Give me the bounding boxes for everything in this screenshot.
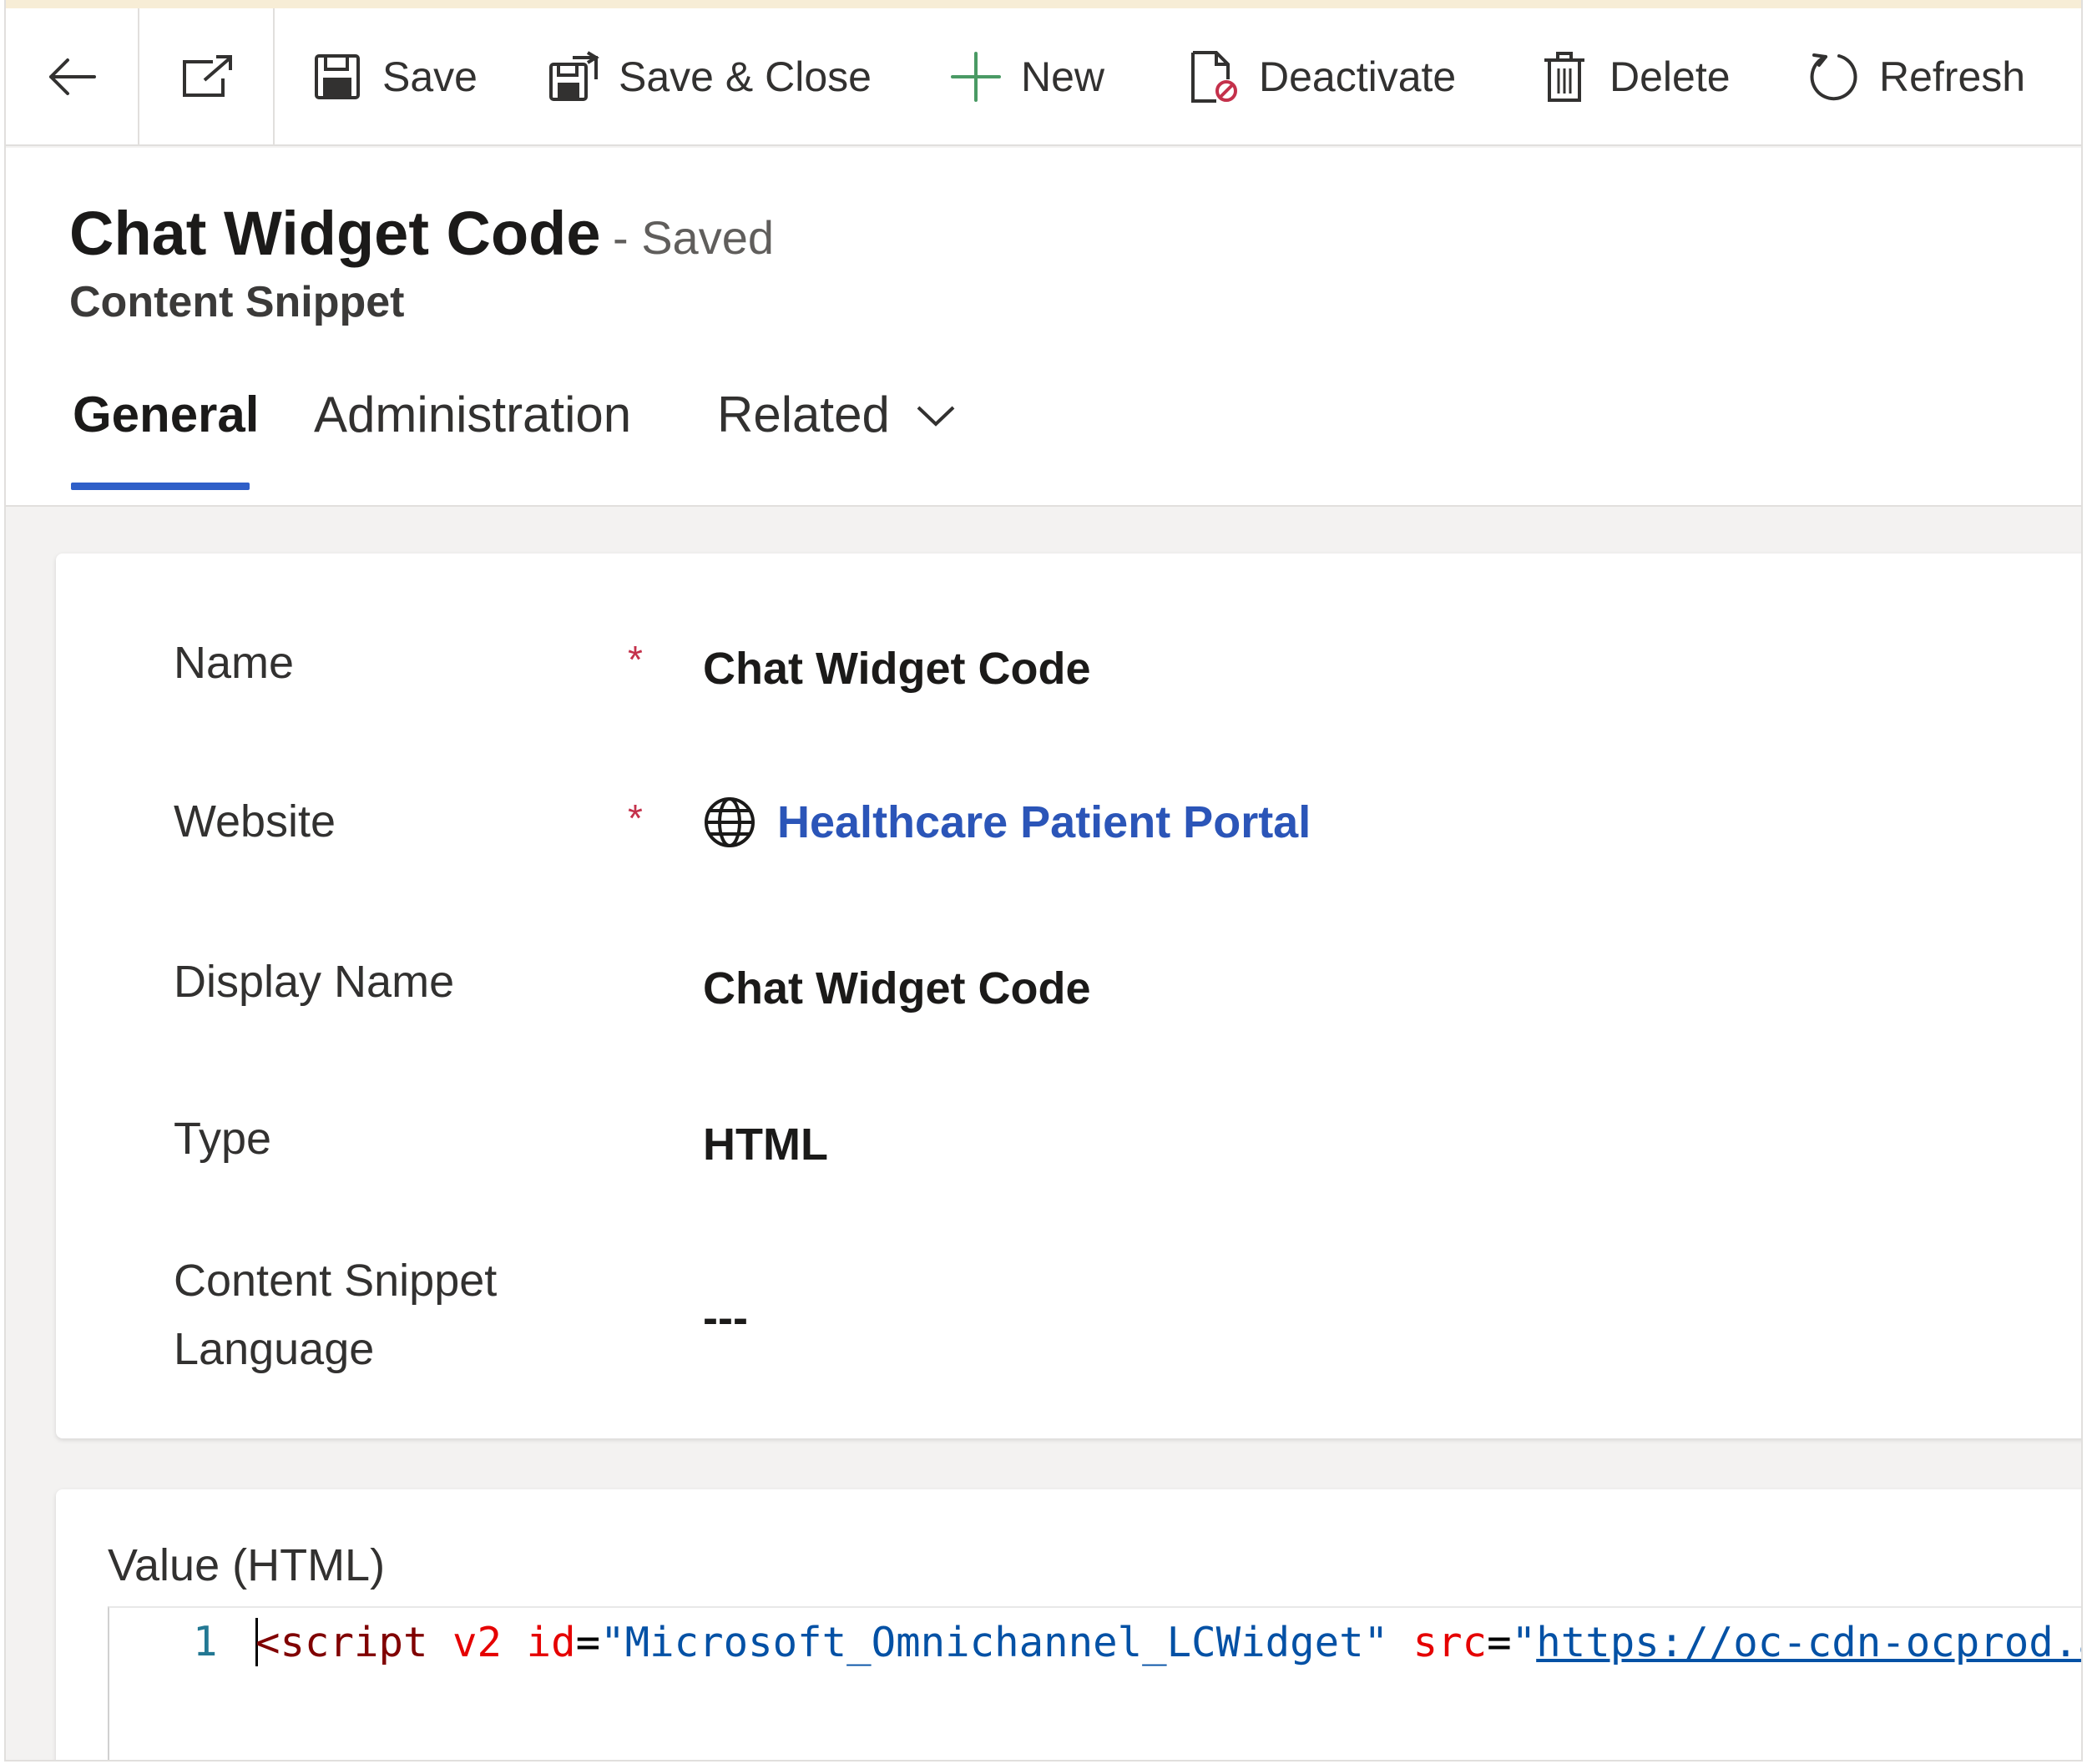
code-token-tag: script [280,1619,428,1666]
delete-button[interactable]: Delete [1538,8,1731,144]
open-in-new-window-button[interactable] [141,8,275,144]
save-and-close-icon [547,50,600,104]
popout-icon [183,54,232,97]
required-marker: * [628,638,643,681]
refresh-button[interactable]: Refresh [1807,8,2025,144]
required-marker: * [628,796,643,840]
deactivate-button[interactable]: Deactivate [1187,8,1456,144]
general-section: Name * Chat Widget Code Website * Health… [56,553,2081,1438]
plus-icon [949,50,1003,104]
refresh-label: Refresh [1879,53,2026,100]
content-snippet-language-field[interactable]: --- [703,1292,748,1344]
code-token-attr: id [526,1619,576,1666]
code-token-attr: v2 [452,1619,503,1666]
back-button[interactable] [6,8,139,144]
value-html-label: Value (HTML) [108,1540,386,1590]
globe-icon [705,797,755,847]
save-icon [311,50,364,104]
tab-label: Related [717,387,890,442]
entity-name: Content Snippet [69,278,405,326]
line-number: 1 [193,1618,218,1665]
selected-tab-indicator [71,483,250,490]
tab-label: Administration [314,387,632,442]
refresh-icon [1807,50,1861,104]
save-status: - Saved [613,211,774,264]
code-token-attr: src [1412,1619,1488,1666]
save-label: Save [382,53,478,100]
trash-icon [1538,50,1591,104]
save-and-close-button[interactable]: Save & Close [547,8,872,144]
record-title: Chat Widget Code [69,199,601,268]
form-window: Save Save & Close New Deactivate Delete … [4,0,2083,1761]
code-editor[interactable]: 1 <script v2 id="Microsoft_Omnichannel_L… [108,1606,2081,1760]
save-button[interactable]: Save [311,8,478,144]
field-label-display-name: Display Name [174,957,455,1007]
deactivate-icon [1187,50,1241,104]
display-name-field[interactable]: Chat Widget Code [703,963,1090,1014]
new-label: New [1021,53,1105,100]
field-label-name: Name [174,638,295,688]
tab-administration[interactable]: Administration [314,386,631,443]
record-header: Chat Widget Code - Saved Content Snippet… [6,148,2081,507]
tab-general[interactable]: General [73,386,259,443]
top-accent-stripe [6,0,2081,8]
code-token-open-bracket: < [255,1619,280,1666]
code-token-equals: = [575,1619,601,1666]
code-token-string: "Microsoft_Omnichannel_LCWidget" [600,1619,1389,1666]
name-field[interactable]: Chat Widget Code [703,643,1090,695]
field-label-website: Website [174,796,336,847]
value-section: Value (HTML) 1 <script v2 id="Microsoft_… [56,1489,2081,1760]
chevron-down-icon [917,406,955,427]
website-lookup-field: Healthcare Patient Portal [703,796,1311,849]
type-field[interactable]: HTML [703,1119,828,1170]
code-token-equals: = [1487,1619,1512,1666]
delete-label: Delete [1609,53,1731,100]
tab-label: General [73,387,260,442]
code-token-quote: " [1511,1619,1537,1666]
field-label-type: Type [174,1114,272,1164]
save-and-close-label: Save & Close [619,53,872,100]
code-token-url[interactable]: https://oc-cdn-ocprod.az [1536,1619,2081,1666]
new-button[interactable]: New [949,8,1104,144]
code-line[interactable]: <script v2 id="Microsoft_Omnichannel_LCW… [255,1618,2081,1666]
back-arrow-icon [49,58,96,95]
deactivate-label: Deactivate [1259,53,1457,100]
command-bar: Save Save & Close New Deactivate Delete … [6,8,2081,146]
website-link[interactable]: Healthcare Patient Portal [777,796,1311,848]
tab-related[interactable]: Related [717,386,957,443]
field-label-content-snippet-language: Content Snippet Language [174,1256,498,1374]
